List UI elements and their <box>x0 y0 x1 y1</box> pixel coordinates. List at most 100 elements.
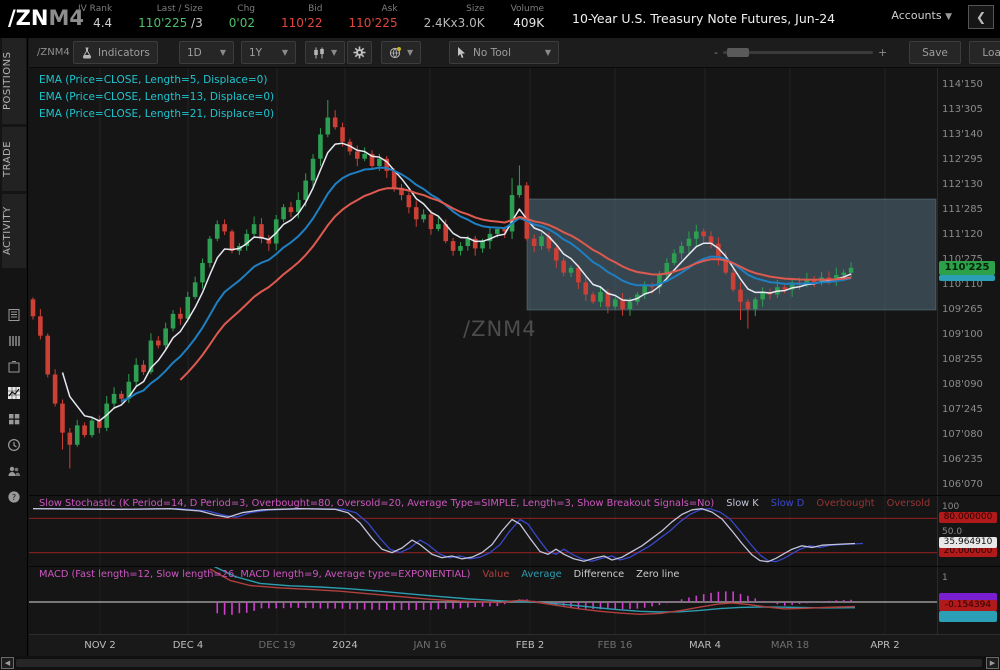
load-button[interactable]: Load <box>969 41 1000 64</box>
macd-legend-item: Difference <box>574 569 625 580</box>
gear-icon <box>353 46 366 59</box>
quote-field-size: Size2.4Kx3.0K <box>424 3 485 31</box>
price-axis-label: 109'265 <box>942 304 983 315</box>
quote-field-label: Ask <box>382 3 398 15</box>
timeframe-dropdown[interactable]: 1D▼ <box>179 41 234 64</box>
price-axis-label: 107'080 <box>942 429 983 440</box>
date-label: FEB 16 <box>590 640 640 651</box>
symbol-title: /ZNM4 <box>8 6 84 30</box>
macd-title: MACD (Fast length=12, Slow length=26, MA… <box>39 569 470 580</box>
zoom-out-button[interactable]: - <box>709 46 723 59</box>
sidebar-orders-icon[interactable] <box>5 306 23 324</box>
price-axis-label: 108'090 <box>942 379 983 390</box>
stoch-axis-100: 100 <box>942 502 959 512</box>
macd-legend-item: Value <box>482 569 509 580</box>
chevron-down-icon: ▼ <box>331 48 337 57</box>
chart-settings-button[interactable] <box>347 41 372 64</box>
cursor-icon <box>457 47 467 59</box>
sidebar-history-clock-icon[interactable] <box>5 436 23 454</box>
sidebar-tab-activity[interactable]: ACTIVITY <box>2 194 26 268</box>
quote-field-value: 2.4Kx3.0K <box>424 15 485 31</box>
sidebar-box-icon[interactable] <box>5 358 23 376</box>
ema-value-bubble <box>939 275 995 281</box>
chart-scrollbar[interactable]: ◀ ▶ <box>0 656 1000 670</box>
price-axis-label: 108'255 <box>942 354 983 365</box>
chevron-down-icon: ▼ <box>220 48 226 57</box>
range-dropdown[interactable]: 1Y▼ <box>241 41 296 64</box>
chevron-down-icon: ▼ <box>545 48 551 57</box>
zoom-slider-handle[interactable] <box>727 48 749 57</box>
price-axis-label: 112'130 <box>942 179 983 190</box>
date-label: MAR 18 <box>765 640 815 651</box>
chevron-down-icon: ▼ <box>407 48 413 57</box>
price-axis[interactable]: 114'150113'305113'140112'295112'130111'2… <box>937 68 1000 495</box>
zoom-slider-track[interactable] <box>723 51 873 54</box>
macd-legend-item: Average <box>521 569 561 580</box>
chart-canvas[interactable]: /ZNM4 EMA (Price=CLOSE, Length=5, Displa… <box>29 68 1000 495</box>
stochastic-panel[interactable]: Slow Stochastic (K Period=14, D Period=3… <box>29 495 1000 566</box>
sidebar-tab-positions[interactable]: POSITIONS <box>2 38 26 124</box>
zoom-in-button[interactable]: + <box>873 46 892 59</box>
quote-field-ask: Ask110'225 <box>348 3 397 31</box>
quote-field-label: Volume <box>511 3 544 15</box>
stochastic-legend-item: Slow D <box>771 498 805 509</box>
date-label: DEC 19 <box>252 640 302 651</box>
stochastic-legend-item: Overbought <box>816 498 874 509</box>
price-axis-label: 107'245 <box>942 404 983 415</box>
stoch-axis-50: 50.0 <box>942 527 962 537</box>
quote-field-iv-rank: IV Rank4.4 <box>78 3 112 31</box>
macd-legend-item: Zero line <box>636 569 679 580</box>
active-tool-dropdown[interactable]: No Tool ▼ <box>449 41 559 64</box>
stoch-k-value-bubble: 35.964910 <box>939 537 997 548</box>
date-label: DEC 4 <box>163 640 213 651</box>
instrument-description: 10-Year U.S. Treasury Note Futures, Jun-… <box>572 11 835 26</box>
stochastic-title: Slow Stochastic (K Period=14, D Period=3… <box>39 498 714 509</box>
sidebar-help-icon[interactable]: ? <box>5 488 23 506</box>
ema-label-1: EMA (Price=CLOSE, Length=13, Displace=0) <box>39 91 274 108</box>
chevron-down-icon: ▼ <box>282 48 288 57</box>
date-label: JAN 16 <box>405 640 455 651</box>
quote-field-value: 110'225 <box>348 15 397 31</box>
sidebar-ledger-icon[interactable] <box>5 332 23 350</box>
date-label: APR 2 <box>860 640 910 651</box>
trading-app-window: /ZNM4 IV Rank4.4Last / Size110'225 /3Chg… <box>0 0 1000 670</box>
quote-field-value: 110'225 /3 <box>138 15 203 31</box>
macd-panel[interactable]: MACD (Fast length=12, Slow length=26, MA… <box>29 566 1000 634</box>
stoch-overbought-bubble: 80.000000 <box>939 512 997 523</box>
drawing-set-dropdown[interactable]: ▼ <box>381 41 421 64</box>
sidebar-grid-icon[interactable] <box>5 410 23 428</box>
chevron-down-icon: ▼ <box>945 12 952 22</box>
ema-label-0: EMA (Price=CLOSE, Length=5, Displace=0) <box>39 74 274 91</box>
save-button[interactable]: Save <box>909 41 961 64</box>
accounts-dropdown[interactable]: Accounts ▼ <box>891 9 952 22</box>
sidebar-chart-icon[interactable] <box>5 384 23 402</box>
date-label: 2024 <box>320 640 370 651</box>
flask-icon <box>81 47 93 59</box>
macd-axis-1: 1 <box>942 573 948 583</box>
quote-field-value: 4.4 <box>93 15 112 31</box>
quote-field-last-size: Last / Size110'225 /3 <box>138 3 203 31</box>
sidebar-community-icon[interactable] <box>5 462 23 480</box>
stochastic-legend-item: Oversold <box>887 498 931 509</box>
time-axis[interactable]: NOV 2DEC 4DEC 192024JAN 16FEB 2FEB 16MAR… <box>29 634 1000 656</box>
collapse-panel-button[interactable]: ❮ <box>968 5 994 29</box>
chart-style-dropdown[interactable]: ▼ <box>305 41 345 64</box>
macd-value-bubble: -0.154394 <box>939 600 997 611</box>
price-axis-label: 106'070 <box>942 479 983 490</box>
quote-field-value: 409K <box>513 15 544 31</box>
last-price-bubble: 110'225 <box>939 261 995 275</box>
scrollbar-track[interactable] <box>16 659 982 667</box>
toolbar-symbol-label: /ZNM4 <box>37 47 70 58</box>
stochastic-legend-item: Slow K <box>726 498 759 509</box>
date-label: FEB 2 <box>505 640 555 651</box>
stochastic-axis: 10080.00000050.020.00000035.964910 <box>937 496 1000 566</box>
quote-field-label: Bid <box>308 3 322 15</box>
scroll-right-button[interactable]: ▶ <box>986 657 999 669</box>
indicators-button[interactable]: Indicators <box>73 41 158 64</box>
quote-field-value: 110'22 <box>281 15 322 31</box>
sidebar-tab-trade[interactable]: TRADE <box>2 127 26 191</box>
scroll-left-button[interactable]: ◀ <box>1 657 14 669</box>
quote-field-value: 0'02 <box>229 15 255 31</box>
quote-field-label: Last / Size <box>157 3 203 15</box>
price-axis-label: 113'305 <box>942 104 983 115</box>
